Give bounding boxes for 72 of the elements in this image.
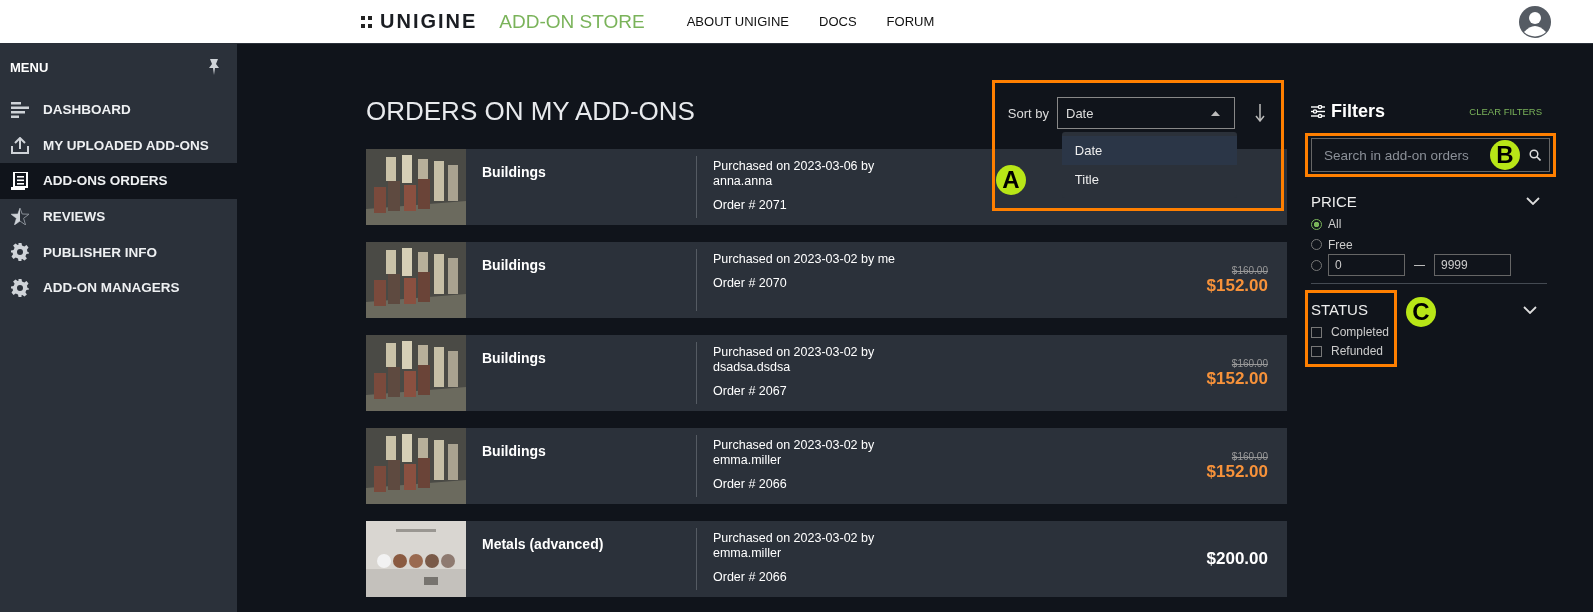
purchase-info: Purchased on 2023-03-02 by dsadsa.dsdsa [713,345,876,375]
order-card[interactable]: Metals (advanced) Purchased on 2023-03-02 by emma.miller Order # 2066 $200.00 [366,521,1287,597]
chevron-icon[interactable] [1523,305,1537,314]
checkbox-label: Completed [1331,325,1390,339]
section-title: STATUS [1311,301,1368,318]
purchase-info: Purchased on 2023-03-02 by emma.miller [713,438,876,468]
old-price: $160.00 [1231,264,1268,276]
checkbox[interactable] [1311,326,1322,338]
star-icon [10,208,30,226]
addon-title[interactable]: Metals (advanced) [466,521,696,597]
sidebar-item[interactable]: ADD-ONS ORDERS [0,163,237,199]
price: $200.00 [1206,549,1268,569]
menu-title: MENU [10,59,49,75]
nav-link[interactable]: ABOUT UNIGINE [686,14,790,29]
order-number: Order # 2067 [713,384,788,398]
sidebar-item[interactable]: ADD-ON MANAGERS [0,269,237,306]
order-number: Order # 2066 [713,477,788,491]
clear-filters-link[interactable]: CLEAR FILTERS [1469,105,1542,117]
price: $152.00 [1206,461,1268,482]
filters-title: Filters [1331,100,1386,122]
addon-title[interactable]: Buildings [466,242,696,318]
price: $152.00 [1206,368,1268,389]
old-price: $160.00 [1231,357,1268,369]
addon-title[interactable]: Buildings [466,149,696,225]
min-price-field[interactable]: 0 [1328,254,1405,277]
page-title: ORDERS ON MY ADD-ONS [366,95,695,127]
purchase-info: Purchased on 2023-03-02 by emma.miller [713,531,876,561]
gear-icon [10,278,30,297]
sidebar-item[interactable]: PUBLISHER INFO [0,234,237,270]
order-number: Order # 2066 [713,570,788,584]
search-icon [1529,149,1541,161]
nav-link[interactable]: FORUM [886,14,935,29]
upload-icon [10,136,30,154]
section-title: PRICE [1311,192,1357,210]
gear-icon [10,243,30,262]
radio-label: All [1328,217,1342,232]
dropdown-option[interactable]: Date [1061,136,1237,165]
range-dash [1414,264,1425,266]
sidebar-item[interactable]: REVIEWS [0,198,237,235]
sidebar-item[interactable]: DASHBOARD [0,92,237,128]
receipt-icon [10,172,30,190]
logo-text[interactable]: UNIGINE [380,10,478,33]
radio-button[interactable] [1311,218,1322,230]
order-card[interactable]: Buildings Purchased on 2023-03-02 by emma.miller Order # 2066 $160.00 $152.00 [366,428,1287,504]
callout-badge: B [1490,140,1520,170]
avatar-icon[interactable] [1519,5,1551,38]
radio-label: Free [1328,237,1353,252]
purchase-info: Purchased on 2023-03-02 by me [713,252,897,267]
checkbox-label: Refunded [1331,344,1384,358]
chevron-icon[interactable] [1526,197,1540,205]
filter-sliders-icon [1311,104,1325,118]
arrow-down-icon[interactable] [1255,104,1265,122]
nav-link[interactable]: DOCS [819,14,857,29]
purchase-info: Purchased on 2023-03-06 by anna.anna [713,159,876,189]
caret-icon [1211,110,1220,116]
order-card[interactable]: Buildings Purchased on 2023-03-02 by dsadsa.dsdsa Order # 2067 $160.00 $152.00 [366,335,1287,411]
addon-title[interactable]: Buildings [466,428,696,504]
order-number: Order # 2071 [713,198,788,212]
sort-label: Sort by [1007,105,1049,121]
sort-select[interactable]: Date [1057,97,1235,129]
price: $152.00 [1206,275,1268,296]
order-card[interactable]: Buildings Purchased on 2023-03-02 by me Order # 2070 $160.00 $152.00 [366,242,1287,318]
old-price: $160.00 [1231,450,1268,462]
checkbox[interactable] [1311,345,1322,357]
order-number: Order # 2070 [713,276,788,290]
dropdown-option[interactable]: Title [1061,165,1237,194]
callout-badge: C [1406,296,1436,327]
max-price-field[interactable]: 9999 [1434,254,1511,277]
addon-title[interactable]: Buildings [466,335,696,411]
logo-dots-icon [361,15,372,28]
bars-icon [10,101,30,118]
sidebar-item[interactable]: MY UPLOADED ADD-ONS [0,127,237,164]
